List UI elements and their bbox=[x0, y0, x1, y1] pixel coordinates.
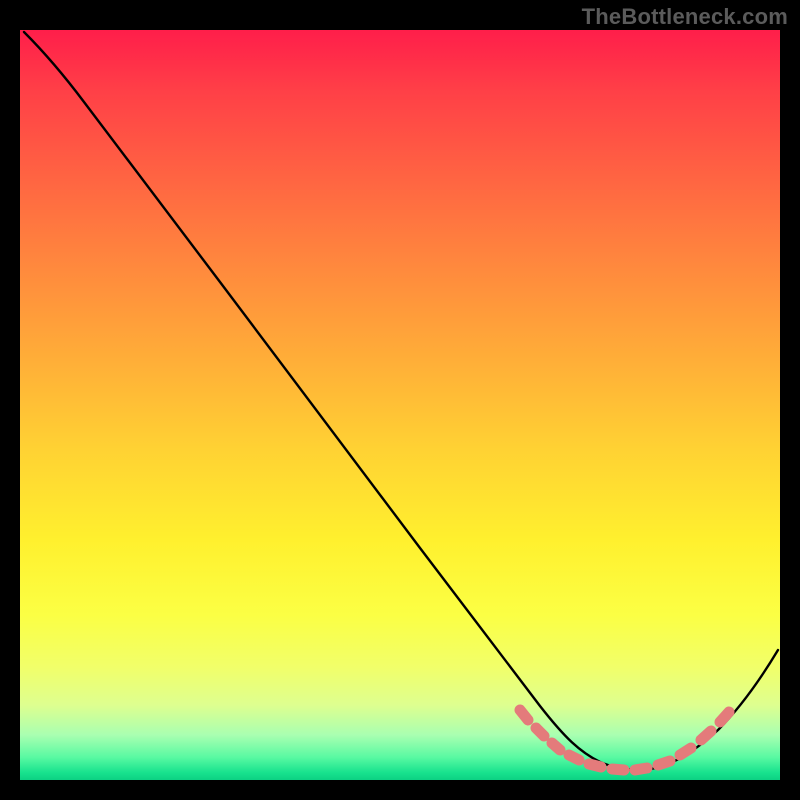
bottleneck-curve bbox=[24, 32, 778, 770]
plot-area bbox=[20, 30, 780, 780]
chart-frame: TheBottleneck.com bbox=[0, 0, 800, 800]
chart-overlay-svg bbox=[20, 30, 780, 780]
watermark-text: TheBottleneck.com bbox=[582, 4, 788, 30]
